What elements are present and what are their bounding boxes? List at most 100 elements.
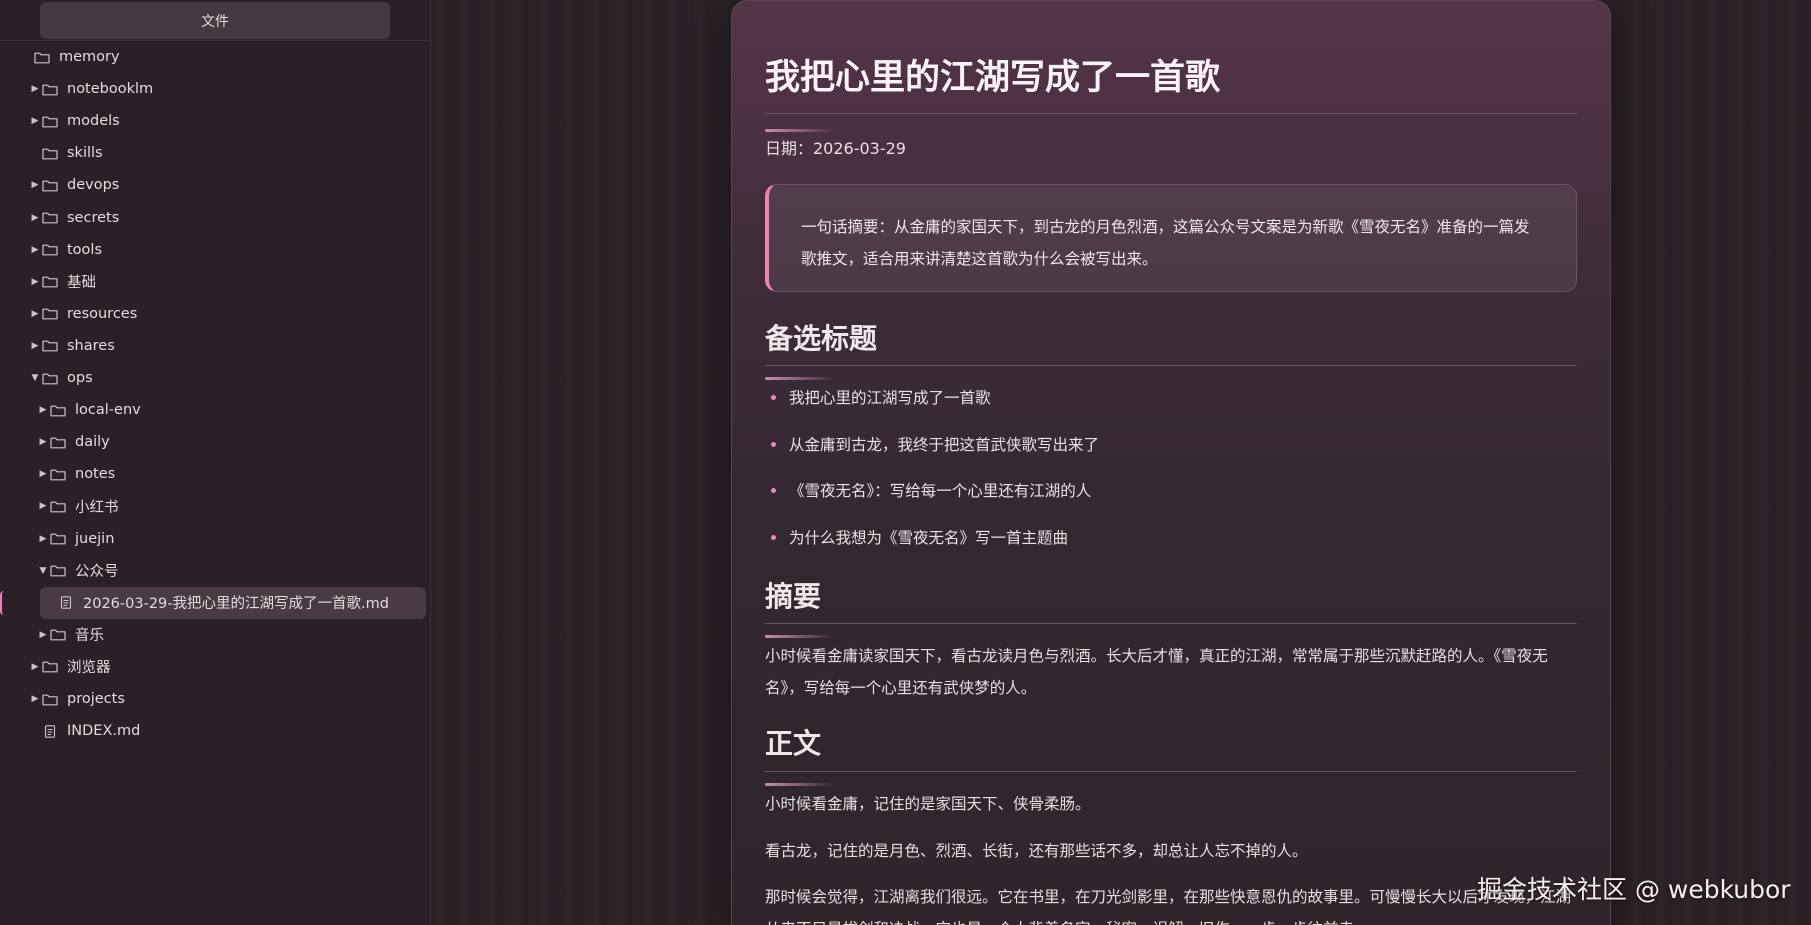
tree-folder[interactable]: ▶ juejin	[0, 523, 431, 555]
tree-folder[interactable]: ▶ 基础	[0, 266, 431, 298]
caret-down-icon[interactable]: ▼	[38, 566, 48, 576]
tree-folder[interactable]: memory	[0, 41, 431, 73]
body-paragraph: 那时候会觉得，江湖离我们很远。它在书里，在刀光剑影里，在那些快意恩仇的故事里。可…	[765, 888, 1572, 925]
tree-item-label: daily	[75, 434, 110, 451]
list-bullet	[771, 535, 776, 540]
folder-icon	[50, 532, 66, 545]
tree-item-label: resources	[67, 305, 138, 322]
tree-item-label: INDEX.md	[67, 723, 141, 740]
tree-item-label: models	[67, 113, 120, 130]
caret-right-icon[interactable]: ▶	[38, 437, 48, 447]
tree-folder[interactable]: ▶ shares	[0, 330, 431, 362]
tree-item-label: memory	[59, 49, 120, 65]
tree-item-label: notes	[75, 466, 116, 483]
tree-item-label: shares	[67, 337, 115, 354]
folder-icon	[50, 436, 66, 449]
folder-icon	[50, 628, 66, 641]
body-paragraph: 小时候看金庸，记住的是家国天下、侠骨柔肠。	[765, 795, 1091, 813]
heading-divider-accent	[765, 783, 835, 786]
caret-down-icon[interactable]: ▼	[30, 373, 40, 383]
folder-icon	[50, 564, 66, 577]
caret-right-icon[interactable]: ▶	[30, 245, 40, 255]
list-item: 为什么我想为《雪夜无名》写一首主题曲	[789, 529, 1069, 547]
caret-right-icon[interactable]: ▶	[30, 180, 40, 190]
summary-quote: 一句话摘要：从金庸的家国天下，到古龙的月色烈酒，这篇公众号文案是为新歌《雪夜无名…	[765, 184, 1577, 292]
folder-icon	[42, 693, 58, 706]
folder-icon	[50, 500, 66, 513]
folder-icon	[42, 83, 58, 96]
tree-item-label: 公众号	[75, 564, 119, 581]
heading-body: 正文	[765, 727, 822, 760]
abstract-paragraph: 小时候看金庸读家国天下，看古龙读月色与烈酒。长大后才懂，真正的江湖，常常属于那些…	[765, 647, 1548, 697]
folder-icon	[50, 404, 66, 417]
tree-item-label: local-env	[75, 402, 141, 419]
tree-folder[interactable]: ▶ 小红书	[0, 490, 431, 522]
title-divider	[765, 113, 1577, 114]
tree-item-label: 浏览器	[67, 660, 111, 677]
folder-icon	[42, 211, 58, 224]
sidebar-header-files[interactable]: 文件	[40, 2, 390, 39]
doc-date: 日期：2026-03-29	[765, 139, 906, 158]
tree-folder[interactable]: ▶ notes	[0, 458, 431, 490]
folder-icon	[42, 339, 58, 352]
caret-right-icon[interactable]: ▶	[30, 84, 40, 94]
caret-right-icon[interactable]: ▶	[30, 694, 40, 704]
caret-right-icon[interactable]: ▶	[38, 469, 48, 479]
caret-right-icon[interactable]: ▶	[30, 341, 40, 351]
folder-icon	[42, 115, 58, 128]
list-item: 我把心里的江湖写成了一首歌	[789, 389, 991, 407]
body-paragraph: 看古龙，记住的是月色、烈酒、长街，还有那些话不多，却总让人忘不掉的人。	[765, 842, 1308, 860]
tree-item-label: 音乐	[75, 628, 104, 645]
list-item: 《雪夜无名》：写给每一个心里还有江湖的人	[789, 482, 1092, 500]
title-divider-accent	[765, 129, 835, 132]
caret-right-icon[interactable]: ▶	[38, 405, 48, 415]
folder-icon	[50, 468, 66, 481]
tree-item-label: 基础	[67, 275, 96, 292]
tree-item-label: notebooklm	[67, 81, 154, 98]
tree-folder[interactable]: ▶ devops	[0, 169, 431, 201]
heading-divider-accent	[765, 635, 835, 638]
tree-folder[interactable]: ▼ ops	[0, 362, 431, 394]
tree-item-label: skills	[67, 145, 103, 162]
caret-right-icon[interactable]: ▶	[38, 630, 48, 640]
watermark: 掘金技术社区 @ webkubor	[1477, 875, 1791, 904]
caret-right-icon[interactable]: ▶	[38, 534, 48, 544]
tree-folder[interactable]: ▶ tools	[0, 234, 431, 266]
file-icon	[42, 724, 58, 738]
tree-folder[interactable]: ▶ models	[0, 105, 431, 137]
tree-file[interactable]: 2026-03-29-我把心里的江湖写成了一首歌.md	[0, 586, 431, 619]
caret-right-icon[interactable]: ▶	[30, 309, 40, 319]
list-bullet	[771, 488, 776, 493]
caret-right-icon[interactable]: ▶	[30, 213, 40, 223]
heading-divider	[765, 623, 1577, 624]
caret-right-icon[interactable]: ▶	[30, 662, 40, 672]
tree-item-label: tools	[67, 241, 103, 258]
file-sidebar: 文件 memory ▶ notebooklm ▶ models skills ▶ devops…	[0, 0, 431, 925]
tree-folder[interactable]: ▶ secrets	[0, 202, 431, 234]
tree-item-label: devops	[67, 177, 120, 194]
page-title: 我把心里的江湖写成了一首歌	[765, 58, 1221, 98]
tree-folder[interactable]: ▶ resources	[0, 298, 431, 330]
heading-divider-accent	[765, 377, 835, 380]
tree-folder[interactable]: ▶ 音乐	[0, 619, 431, 651]
caret-right-icon[interactable]: ▶	[30, 116, 40, 126]
tree-folder[interactable]: ▶ 浏览器	[0, 651, 431, 683]
folder-icon	[42, 372, 58, 385]
tree-folder[interactable]: skills	[0, 137, 431, 169]
tree-item-label: juejin	[75, 530, 115, 547]
tree-folder[interactable]: ▶ projects	[0, 683, 431, 715]
tree-folder[interactable]: ▶ local-env	[0, 394, 431, 426]
folder-icon	[42, 147, 58, 160]
caret-right-icon[interactable]: ▶	[38, 501, 48, 511]
folder-icon	[34, 51, 50, 64]
tree-folder[interactable]: ▶ daily	[0, 426, 431, 458]
caret-right-icon[interactable]: ▶	[30, 277, 40, 287]
tree-folder[interactable]: ▶ notebooklm	[0, 73, 431, 105]
active-indicator	[0, 590, 4, 615]
folder-icon	[42, 307, 58, 320]
heading-divider	[765, 365, 1577, 366]
tree-file[interactable]: INDEX.md	[0, 715, 431, 747]
list-bullet	[771, 442, 776, 447]
tree-folder[interactable]: ▼ 公众号	[0, 555, 431, 587]
markdown-preview: 我把心里的江湖写成了一首歌 日期：2026-03-29 一句话摘要：从金庸的家国…	[731, 0, 1611, 925]
